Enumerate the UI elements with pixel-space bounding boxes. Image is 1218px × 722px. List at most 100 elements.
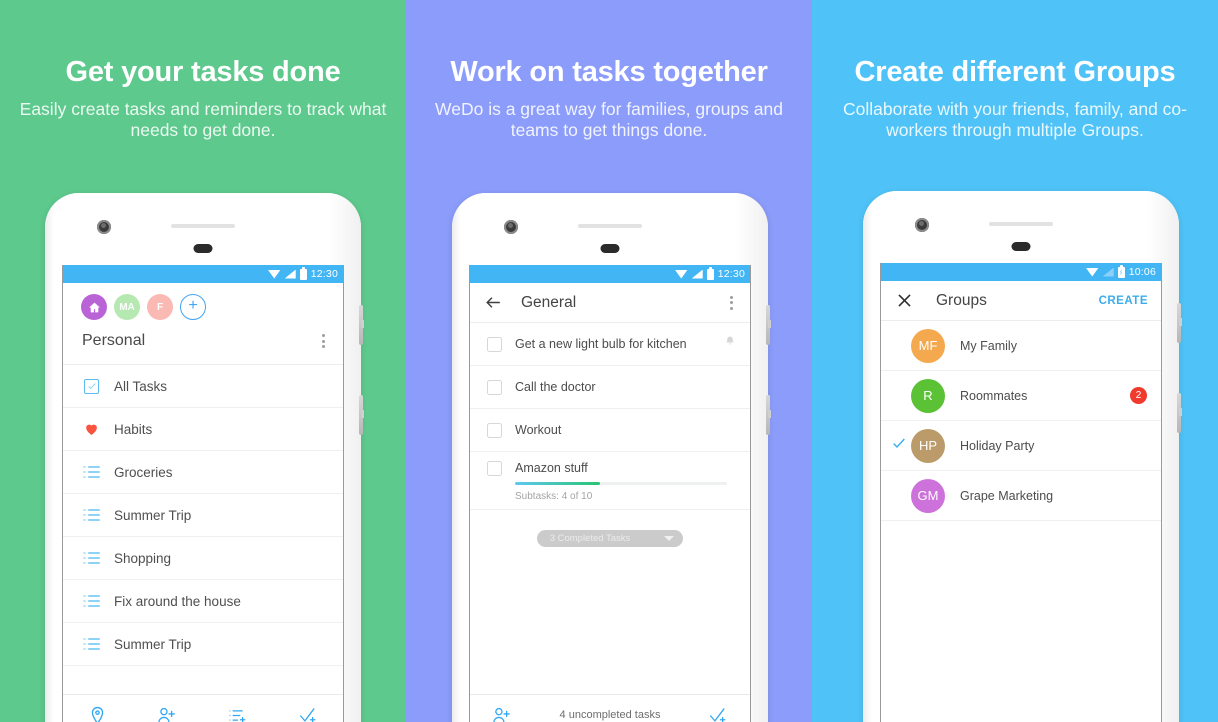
task-label: Get a new light bulb for kitchen [515, 337, 687, 351]
list-item-label: Groceries [114, 464, 173, 480]
volume-button[interactable] [359, 305, 364, 345]
group-label: Grape Marketing [960, 488, 1054, 503]
list-icon [83, 550, 100, 567]
heart-icon [83, 421, 100, 438]
add-list-icon[interactable] [228, 706, 248, 722]
group-row[interactable]: GM Grape Marketing [881, 471, 1161, 521]
group-avatar: MF [911, 328, 945, 363]
panel-1-subhead: Easily create tasks and reminders to tra… [19, 99, 387, 140]
volume-button[interactable] [766, 305, 771, 345]
reminder-bell-icon [724, 335, 736, 353]
phone-mockup-2: 12:30 General Get a new light bulb for k… [452, 193, 771, 722]
create-group-button[interactable]: CREATE [1099, 295, 1148, 307]
add-person-icon[interactable] [492, 706, 512, 722]
add-member-button[interactable]: + [180, 294, 206, 320]
promo-panel-3: Create different Groups Collaborate with… [812, 0, 1218, 722]
phone-mockup-3: 10:06 Groups CREATE MF My Family R Roomm… [863, 191, 1182, 722]
wifi-icon [1085, 267, 1099, 277]
list-title-row: Personal [63, 328, 343, 365]
list-item[interactable]: Summer Trip [63, 623, 343, 666]
panel-2-subhead: WeDo is a great way for families, groups… [435, 99, 783, 140]
unread-badge: 2 [1130, 387, 1147, 404]
task-row[interactable]: Workout [470, 409, 750, 452]
status-bar-2: 12:30 [470, 265, 750, 283]
list-item-label: Shopping [114, 550, 172, 566]
add-task-icon[interactable] [708, 706, 728, 722]
task-row[interactable]: Get a new light bulb for kitchen [470, 323, 750, 366]
list-icon [83, 593, 100, 610]
signal-icon-dim [1102, 267, 1114, 277]
list-item-label: Summer Trip [114, 636, 192, 652]
power-button[interactable] [766, 395, 771, 435]
list-item[interactable]: Habits [63, 408, 343, 451]
home-avatar[interactable] [81, 294, 107, 320]
group-row[interactable]: HP Holiday Party [881, 421, 1161, 471]
phone-screen-1: 12:30 MA F + Personal All Tasks Habits G… [62, 265, 344, 722]
back-arrow-icon[interactable] [484, 293, 503, 312]
front-camera-icon [915, 218, 929, 232]
page-title: Groups [936, 291, 987, 309]
battery-icon [706, 266, 714, 280]
chevron-down-icon [664, 536, 675, 541]
task-checkbox[interactable] [487, 336, 502, 352]
completed-tasks-row: 3 Completed Tasks [470, 530, 750, 547]
list-item-label: Habits [114, 421, 153, 437]
bottom-nav-bar-2: 4 uncompleted tasks [470, 694, 750, 722]
status-time: 10:06 [1128, 266, 1156, 278]
task-row[interactable]: Call the doctor [470, 366, 750, 409]
group-avatar: HP [911, 428, 945, 463]
list-item[interactable]: All Tasks [63, 365, 343, 408]
list-icon [83, 507, 100, 524]
power-button[interactable] [1177, 393, 1182, 433]
wifi-icon [674, 269, 688, 279]
panel-2-headline: Work on tasks together [450, 56, 768, 88]
promo-screenshot-stage: Get your tasks done Easily create tasks … [0, 0, 1218, 722]
add-person-icon[interactable] [157, 706, 177, 722]
list-item[interactable]: Summer Trip [63, 494, 343, 537]
list-item[interactable]: Fix around the house [63, 580, 343, 623]
close-icon[interactable] [895, 291, 914, 310]
subtask-progress-bar [515, 482, 727, 485]
front-camera-icon [97, 220, 111, 234]
page-title: General [521, 293, 577, 311]
power-button[interactable] [359, 395, 364, 435]
list-item[interactable]: Groceries [63, 451, 343, 494]
earpiece-speaker [989, 222, 1053, 226]
status-bar-1: 12:30 [63, 265, 343, 283]
task-checkbox[interactable] [487, 422, 502, 438]
kebab-menu-icon[interactable] [726, 292, 737, 314]
status-time: 12:30 [310, 268, 338, 280]
panel-3-headline: Create different Groups [854, 56, 1176, 88]
phone-mockup-1: 12:30 MA F + Personal All Tasks Habits G… [45, 193, 364, 722]
location-pin-icon[interactable] [88, 706, 107, 722]
group-avatar: R [911, 378, 945, 413]
task-checkbox[interactable] [487, 379, 502, 395]
list-item-label: Summer Trip [114, 507, 192, 523]
list-item-label: Fix around the house [114, 593, 241, 609]
selected-check-icon [891, 435, 907, 456]
panel-1-headline: Get your tasks done [65, 56, 341, 88]
proximity-sensor [600, 244, 620, 253]
list-item[interactable]: Shopping [63, 537, 343, 580]
list-item-label: All Tasks [114, 378, 168, 394]
group-label: Roommates [960, 388, 1028, 403]
front-camera-icon [504, 220, 518, 234]
completed-tasks-chip[interactable]: 3 Completed Tasks [536, 530, 684, 547]
completed-tasks-label: 3 Completed Tasks [549, 533, 631, 544]
task-row-with-progress[interactable]: Amazon stuff Subtasks: 4 of 10 [470, 452, 750, 510]
kebab-menu-icon[interactable] [318, 330, 329, 352]
volume-button[interactable] [1177, 303, 1182, 343]
proximity-sensor [1011, 242, 1031, 251]
earpiece-speaker [578, 224, 642, 228]
subtask-count-label: Subtasks: 4 of 10 [515, 491, 593, 502]
member-avatar-f[interactable]: F [147, 294, 173, 320]
app-bar-2: General [470, 283, 750, 323]
member-avatar-ma[interactable]: MA [114, 294, 140, 320]
task-label: Call the doctor [515, 380, 596, 394]
add-task-icon[interactable] [298, 706, 318, 722]
list-icon [83, 636, 100, 653]
group-row[interactable]: R Roommates 2 [881, 371, 1161, 421]
group-row[interactable]: MF My Family [881, 321, 1161, 371]
signal-icon [284, 269, 296, 279]
task-checkbox[interactable] [487, 461, 502, 476]
